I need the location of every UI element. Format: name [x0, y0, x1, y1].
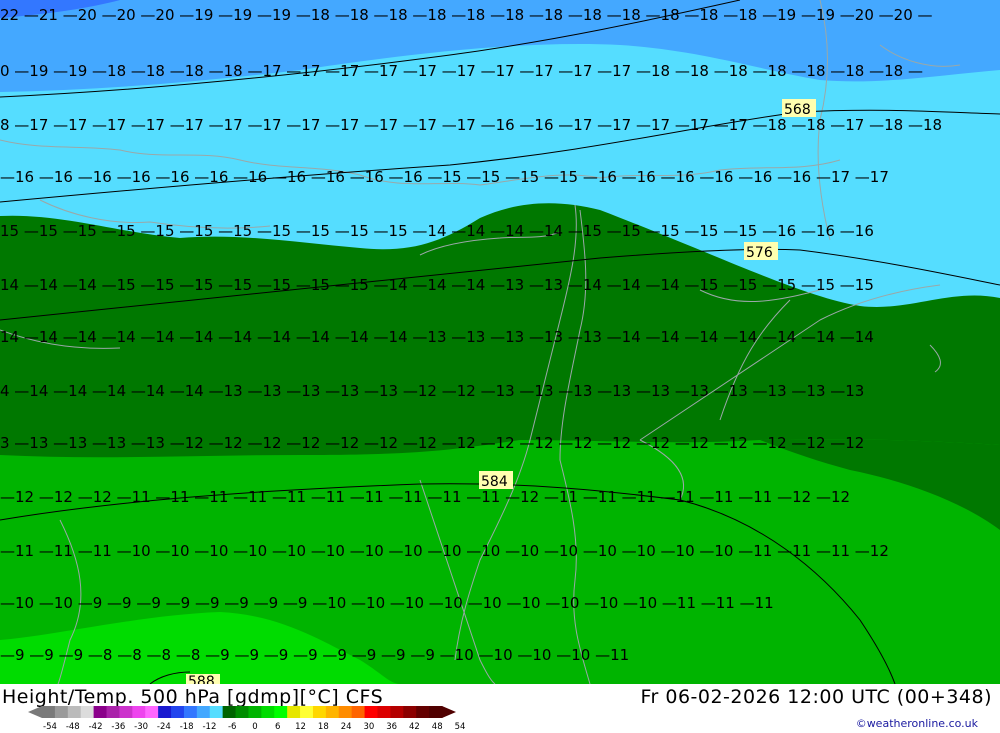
svg-text:3 —13 —13 —13 —13 —12 —12 —12: 3 —13 —13 —13 —13 —12 —12 —12 —12 —12 —1…: [0, 434, 864, 452]
svg-text:4 —14 —14 —14 —14 —14 —13 —13: 4 —14 —14 —14 —14 —14 —13 —13 —13 —13 —1…: [0, 382, 864, 400]
colorbar-tick-label: 6: [275, 722, 281, 732]
colorbar-swatch: [106, 706, 120, 718]
colorbar-swatch: [429, 706, 443, 718]
svg-text:0 —19 —19 —18 —18 —18 —18 —17: 0 —19 —19 —18 —18 —18 —18 —17 —17 —17 —1…: [0, 62, 923, 80]
colorbar-swatch: [196, 706, 211, 718]
colorbar-tick-label: -36: [111, 722, 126, 732]
colorbar-swatch: [377, 706, 391, 718]
map-title: Height/Temp. 500 hPa [gdmp][°C] CFS: [2, 686, 384, 708]
colorbar-swatch: [145, 706, 159, 718]
colorbar-swatch: [403, 706, 417, 718]
colorbar-tick-label: -12: [202, 722, 217, 732]
colorbar-swatch: [183, 706, 198, 718]
colorbar-tick-label: 0: [252, 722, 258, 732]
colorbar-swatch: [287, 706, 301, 718]
height-label-568: 568: [784, 102, 811, 118]
colorbar-swatch: [338, 706, 353, 718]
credit: ©weatheronline.co.uk: [855, 717, 978, 730]
colorbar-tick-label: -18: [179, 722, 194, 732]
svg-text:8 —17 —17 —17 —17 —17 —17 —17: 8 —17 —17 —17 —17 —17 —17 —17 —17 —17 —1…: [0, 116, 942, 134]
svg-text:15 —15 —15 —15 —15 —15 —15 —15: 15 —15 —15 —15 —15 —15 —15 —15 —15 —15 —…: [0, 222, 874, 240]
colorbar-swatch: [300, 706, 314, 718]
svg-text:—9 —9 —9 —8 —8 —8 —8 —9 —9 —9: —9 —9 —9 —8 —8 —8 —8 —9 —9 —9 —9 —9 —9 —…: [0, 646, 629, 664]
colorbar-tick-label: -6: [227, 722, 237, 732]
colorbar-swatch: [67, 706, 82, 718]
colorbar-tick-label: 24: [340, 722, 352, 732]
colorbar-swatch: [80, 706, 95, 718]
colorbar-tick-label: 36: [386, 722, 398, 732]
colorbar-tick-label: 12: [295, 722, 306, 732]
colorbar-swatch: [325, 706, 340, 718]
footer: Height/Temp. 500 hPa [gdmp][°C] CFS Fr 0…: [0, 684, 1000, 733]
svg-text:—12 —12 —12 —11 —11 —11 —11 —1: —12 —12 —12 —11 —11 —11 —11 —11 —11 —11 …: [0, 488, 850, 506]
colorbar-swatch: [351, 706, 366, 718]
colorbar-swatch: [261, 706, 275, 718]
height-label-584: 584: [481, 474, 508, 490]
colorbar-tick-label: -30: [134, 722, 149, 732]
height-label-576: 576: [746, 245, 773, 261]
colorbar-tick-label: -24: [156, 722, 171, 732]
colorbar-swatch: [312, 706, 327, 718]
height-label-588: 588: [188, 674, 215, 684]
colorbar-swatch: [42, 706, 56, 718]
colorbar-tick-label: 18: [317, 722, 329, 732]
colorbar-swatch: [222, 706, 237, 718]
colorbar-swatch: [171, 706, 185, 718]
map-canvas: 22 —21 —20 —20 —20 —19 —19 —19 —18 —18 —…: [0, 0, 1000, 684]
svg-text:22 —21 —20 —20 —20 —19 —19 —19: 22 —21 —20 —20 —20 —19 —19 —19 —18 —18 —…: [0, 6, 933, 24]
colorbar-swatch: [158, 706, 172, 718]
colorbar-tick-label: -54: [43, 722, 57, 732]
svg-text:—11 —11 —11 —10 —10 —10 —10 —1: —11 —11 —11 —10 —10 —10 —10 —10 —10 —10 …: [0, 542, 889, 560]
colorbar-swatch: [364, 706, 378, 718]
colorbar-swatch: [54, 706, 69, 718]
colorbar-right-arrow: [442, 706, 456, 718]
svg-text:14 —14 —14 —15 —15 —15 —15 —15: 14 —14 —14 —15 —15 —15 —15 —15 —15 —15 —…: [0, 276, 874, 294]
colorbar-tick-label: 48: [431, 722, 443, 732]
weather-map: 22 —21 —20 —20 —20 —19 —19 —19 —18 —18 —…: [0, 0, 1000, 684]
colorbar-tick-label: 30: [363, 722, 375, 732]
svg-text:—10 —10 —9 —9 —9 —9 —9 —9 —9 —: —10 —10 —9 —9 —9 —9 —9 —9 —9 —9 —10 —10 …: [0, 594, 774, 612]
colorbar-swatch: [274, 706, 288, 718]
svg-text:—16 —16 —16 —16 —16 —16 —16 —1: —16 —16 —16 —16 —16 —16 —16 —16 —16 —16 …: [0, 168, 889, 186]
colorbar-swatch: [416, 706, 430, 718]
colorbar-tick-label: -42: [88, 722, 103, 732]
map-datetime: Fr 06-02-2026 12:00 UTC (00+348): [640, 686, 992, 708]
colorbar-tick-label: -48: [65, 722, 80, 732]
colorbar-tick-label: 54: [454, 722, 466, 732]
colorbar: [28, 706, 456, 718]
colorbar-tick-label: 42: [409, 722, 420, 732]
colorbar-swatch: [119, 706, 133, 718]
colorbar-swatch: [93, 706, 108, 718]
colorbar-swatch: [235, 706, 249, 718]
colorbar-swatch: [248, 706, 262, 718]
colorbar-swatch: [132, 706, 146, 718]
colorbar-swatch: [209, 706, 224, 718]
colorbar-left-arrow: [28, 706, 42, 718]
colorbar-swatch: [390, 706, 404, 718]
svg-text:14 —14 —14 —14 —14 —14 —14 —14: 14 —14 —14 —14 —14 —14 —14 —14 —14 —14 —…: [0, 328, 874, 346]
